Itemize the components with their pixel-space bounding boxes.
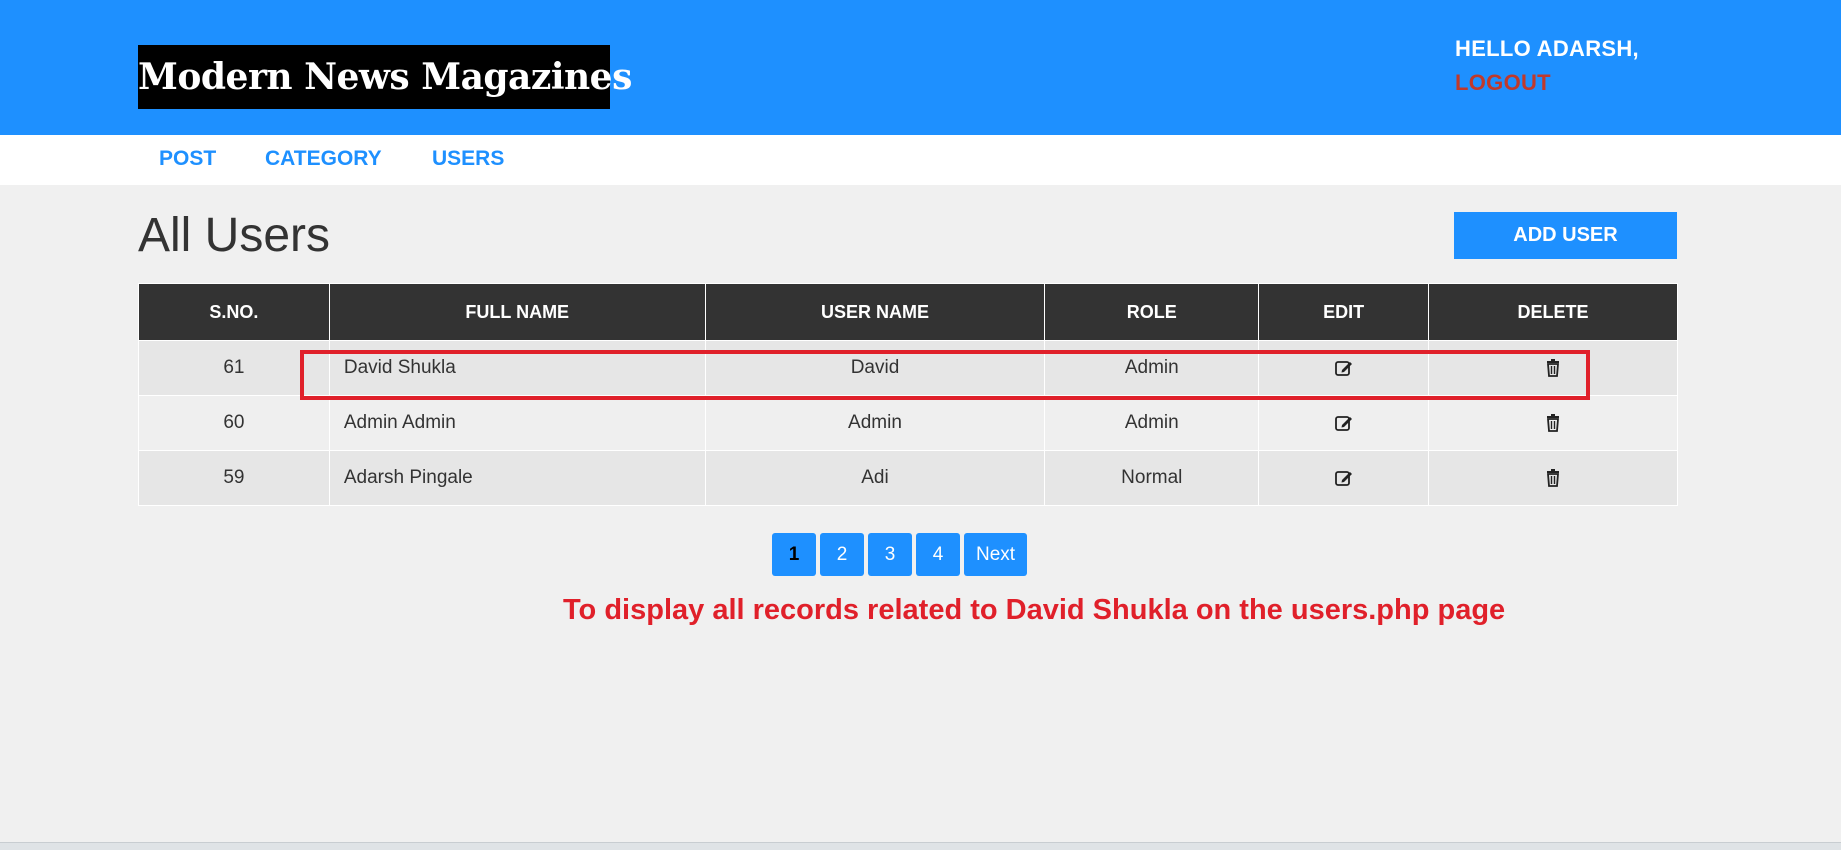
- col-header-delete: DELETE: [1428, 283, 1678, 341]
- cell-user-name: Adi: [704, 450, 1046, 506]
- cell-delete: [1428, 450, 1678, 506]
- table-row: 61 David Shukla David Admin: [138, 340, 1678, 396]
- cell-user-name: Admin: [704, 395, 1046, 451]
- page-title: All Users: [138, 209, 331, 262]
- user-greeting: HELLO ADARSH,: [1455, 36, 1639, 61]
- add-user-button[interactable]: ADD USER: [1454, 212, 1677, 259]
- cell-edit: [1258, 395, 1430, 451]
- table-row: 59 Adarsh Pingale Adi Normal: [138, 450, 1678, 506]
- page-button-2[interactable]: 2: [820, 533, 864, 576]
- cell-full-name: Admin Admin: [328, 395, 706, 451]
- col-header-role: ROLE: [1044, 283, 1260, 341]
- cell-sno: 61: [138, 340, 330, 396]
- trash-icon[interactable]: [1543, 358, 1563, 378]
- page-button-3[interactable]: 3: [868, 533, 912, 576]
- menu-item-post[interactable]: POST: [159, 147, 216, 171]
- cell-full-name: David Shukla: [328, 340, 706, 396]
- site-logo[interactable]: Modern News Magazines: [138, 45, 632, 109]
- menu-item-users[interactable]: USERS: [432, 147, 504, 171]
- admin-menu: POST CATEGORY USERS: [0, 135, 1841, 185]
- page-button-4[interactable]: 4: [916, 533, 960, 576]
- table-header-row: S.NO. FULL NAME USER NAME ROLE EDIT DELE…: [138, 283, 1678, 341]
- annotation-caption: To display all records related to David …: [563, 594, 1506, 626]
- edit-icon[interactable]: [1334, 413, 1354, 433]
- cell-user-name: David: [704, 340, 1046, 396]
- users-table: S.NO. FULL NAME USER NAME ROLE EDIT DELE…: [138, 283, 1678, 506]
- trash-icon[interactable]: [1543, 413, 1563, 433]
- col-header-full-name: FULL NAME: [328, 283, 706, 341]
- cell-delete: [1428, 340, 1678, 396]
- col-header-edit: EDIT: [1258, 283, 1430, 341]
- col-header-sno: S.NO.: [138, 283, 330, 341]
- cell-sno: 60: [138, 395, 330, 451]
- cell-role: Admin: [1044, 340, 1260, 396]
- page-button-1[interactable]: 1: [772, 533, 816, 576]
- window-bottom-edge: [0, 842, 1841, 850]
- table-row: 60 Admin Admin Admin Admin: [138, 395, 1678, 451]
- cell-edit: [1258, 340, 1430, 396]
- cell-sno: 59: [138, 450, 330, 506]
- logout-link[interactable]: LOGOUT: [1455, 70, 1551, 96]
- menu-item-category[interactable]: CATEGORY: [265, 147, 382, 171]
- cell-delete: [1428, 395, 1678, 451]
- cell-full-name: Adarsh Pingale: [328, 450, 706, 506]
- site-header: Modern News Magazines HELLO ADARSH, LOGO…: [0, 0, 1841, 135]
- trash-icon[interactable]: [1543, 468, 1563, 488]
- cell-role: Admin: [1044, 395, 1260, 451]
- cell-edit: [1258, 450, 1430, 506]
- cell-role: Normal: [1044, 450, 1260, 506]
- next-page-button[interactable]: Next: [964, 533, 1028, 576]
- edit-icon[interactable]: [1334, 358, 1354, 378]
- col-header-user-name: USER NAME: [704, 283, 1046, 341]
- edit-icon[interactable]: [1334, 468, 1354, 488]
- pagination: 1 2 3 4 Next: [772, 533, 1028, 576]
